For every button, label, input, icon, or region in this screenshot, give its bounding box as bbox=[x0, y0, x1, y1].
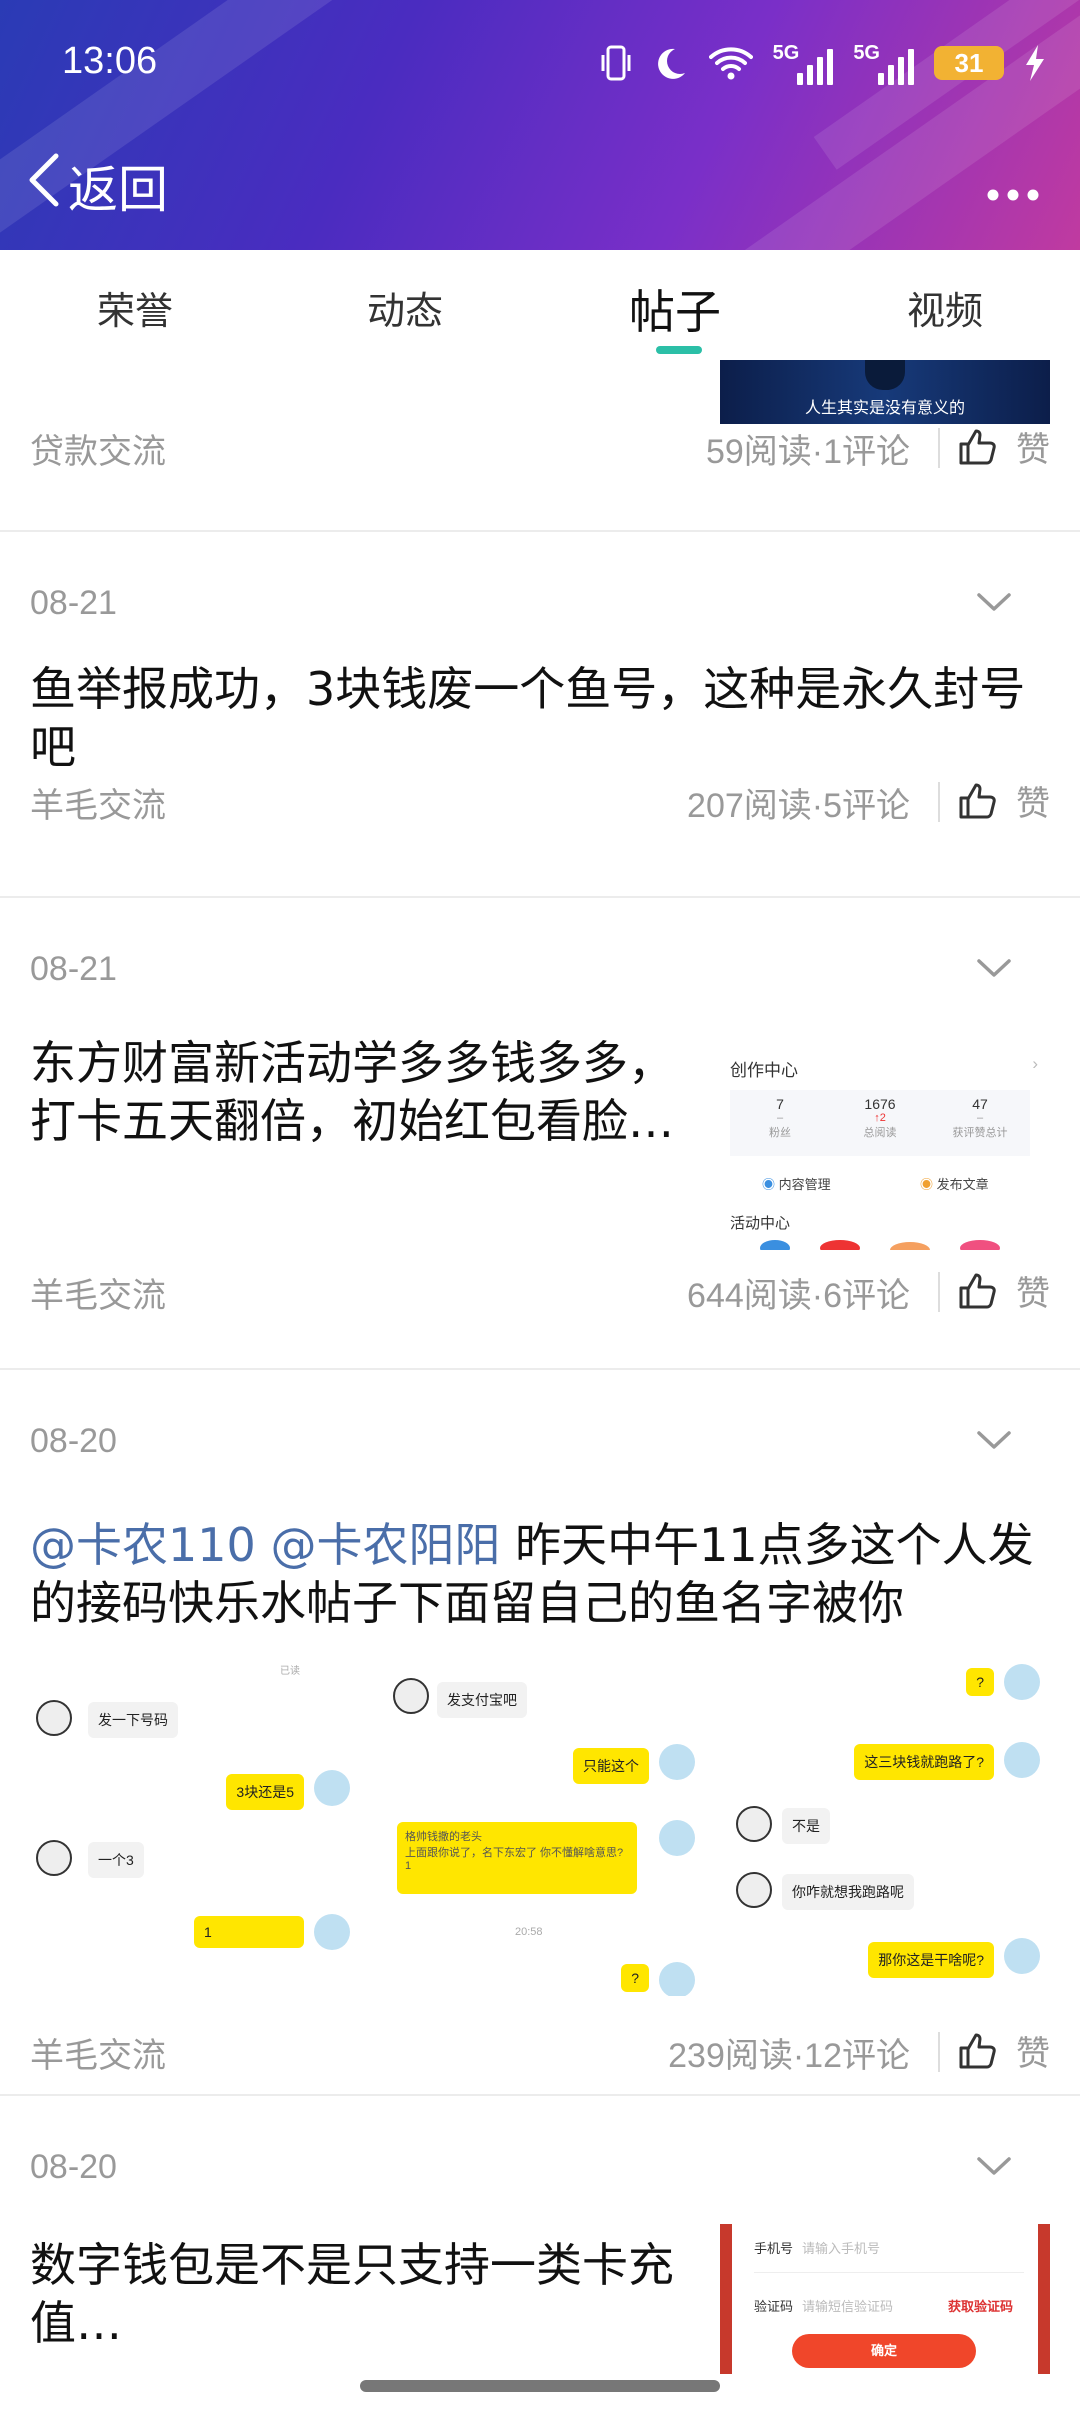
back-label: 返回 bbox=[68, 161, 168, 219]
vibrate-icon bbox=[599, 43, 633, 83]
avatar bbox=[36, 1700, 72, 1736]
post-stats: 239阅读·12评论 bbox=[668, 2037, 910, 2075]
chat-screenshot[interactable]: 发支付宝吧 只能这个 格帅钱撒的老头 上面跟你说了，名下东宏了 你不懂解啥意思?… bbox=[375, 1662, 705, 1996]
thumbs-up-icon bbox=[959, 783, 996, 818]
post-date: 08-20 bbox=[30, 1422, 117, 1460]
like-button[interactable]: 赞 bbox=[958, 776, 1050, 825]
post-card[interactable]: 08-20 数字钱包是不是只支持一类卡充值… 手机号 请输入手机号 验证码 请输… bbox=[0, 2096, 1080, 2396]
like-button[interactable]: 赞 bbox=[958, 422, 1050, 471]
post-category[interactable]: 贷款交流 bbox=[30, 424, 166, 473]
more-menu-button[interactable] bbox=[986, 162, 1040, 213]
chevron-left-icon bbox=[26, 152, 62, 220]
avatar bbox=[393, 1678, 429, 1714]
tab-updates[interactable]: 动态 bbox=[270, 250, 540, 360]
chat-screenshot[interactable]: 已读 发一下号码 3块还是5 一个3 1 bbox=[30, 1662, 360, 1996]
post-title[interactable]: @卡农110 @卡农阳阳 昨天中午11点多这个人发的接码快乐水帖子下面留自己的鱼… bbox=[30, 1516, 1060, 1632]
post-thumbnail: 人生其实是没有意义的 bbox=[720, 360, 1050, 424]
avatar bbox=[36, 1840, 72, 1876]
avatar bbox=[659, 1744, 695, 1780]
tab-posts[interactable]: 帖子 bbox=[540, 250, 810, 360]
like-button[interactable]: 赞 bbox=[958, 2026, 1050, 2075]
tab-videos[interactable]: 视频 bbox=[810, 250, 1080, 360]
post-title[interactable]: 数字钱包是不是只支持一类卡充值… bbox=[30, 2236, 710, 2352]
post-date: 08-21 bbox=[30, 950, 117, 988]
wifi-icon bbox=[708, 45, 753, 81]
tab-posts-label: 帖子 bbox=[629, 285, 721, 339]
tab-honor[interactable]: 荣誉 bbox=[0, 250, 270, 360]
active-tab-indicator bbox=[656, 346, 702, 354]
thumbs-up-icon bbox=[959, 2033, 996, 2068]
chevron-down-icon[interactable] bbox=[976, 958, 1012, 982]
chevron-down-icon[interactable] bbox=[976, 592, 1012, 616]
post-thumbnail: 手机号 请输入手机号 验证码 请输短信验证码 获取验证码 确定 bbox=[720, 2224, 1050, 2374]
clock: 13:06 bbox=[62, 40, 158, 82]
avatar bbox=[1004, 1664, 1040, 1700]
battery-indicator: 31 bbox=[934, 46, 1004, 80]
avatar bbox=[1004, 1742, 1040, 1778]
signal-5g-icon-2: 5G bbox=[853, 42, 914, 85]
home-indicator[interactable] bbox=[360, 2380, 720, 2392]
post-feed: 人生其实是没有意义的 贷款交流 59阅读·1评论 赞 08-21 鱼举报成功，3… bbox=[0, 360, 1080, 2396]
post-date: 08-20 bbox=[30, 2148, 117, 2186]
screen: 13:06 5G 5G 31 返回 荣誉 动态 帖子 视频 人生其实是没有意义的… bbox=[0, 0, 1080, 2412]
post-title[interactable]: 东方财富新活动学多多钱多多，打卡五天翻倍，初始红包看脸… bbox=[30, 1034, 710, 1150]
thumbs-up-icon bbox=[959, 429, 996, 464]
status-bar: 13:06 5G 5G 31 bbox=[0, 34, 1080, 90]
mention-link[interactable]: @卡农110 bbox=[30, 1518, 256, 1572]
avatar bbox=[314, 1770, 350, 1806]
tab-bar: 荣誉 动态 帖子 视频 bbox=[0, 250, 1080, 360]
post-date: 08-21 bbox=[30, 584, 117, 622]
header-bar: 13:06 5G 5G 31 返回 bbox=[0, 0, 1080, 250]
post-thumbnail: 创作中心 › 7 – 粉丝 1676 ↑2 总阅读 47 – 获评赞总计 ◉ 内… bbox=[720, 1028, 1050, 1250]
chat-screenshot[interactable]: ? 这三块钱就跑路了? 不是 你咋就想我跑路呢 那你这是干啥呢? bbox=[720, 1662, 1050, 1996]
post-card[interactable]: 08-21 鱼举报成功，3块钱废一个鱼号，这种是永久封号吧 羊毛交流 207阅读… bbox=[0, 532, 1080, 896]
avatar bbox=[736, 1806, 772, 1842]
signal-5g-icon-1: 5G bbox=[773, 42, 834, 85]
avatar bbox=[659, 1820, 695, 1856]
chevron-down-icon[interactable] bbox=[976, 2156, 1012, 2180]
back-button[interactable]: 返回 bbox=[26, 150, 168, 222]
post-stats: 207阅读·5评论 bbox=[687, 787, 910, 825]
charging-bolt-icon bbox=[1024, 43, 1046, 83]
post-category[interactable]: 羊毛交流 bbox=[30, 1268, 166, 1317]
avatar bbox=[659, 1962, 695, 1996]
avatar bbox=[1004, 1938, 1040, 1974]
avatar bbox=[736, 1872, 772, 1908]
post-category[interactable]: 羊毛交流 bbox=[30, 2028, 166, 2077]
more-dots-icon bbox=[987, 189, 1039, 201]
post-stats: 644阅读·6评论 bbox=[687, 1277, 910, 1315]
post-card[interactable]: 人生其实是没有意义的 贷款交流 59阅读·1评论 赞 bbox=[0, 360, 1080, 530]
do-not-disturb-moon-icon bbox=[653, 45, 689, 81]
chevron-down-icon[interactable] bbox=[976, 1430, 1012, 1454]
like-button[interactable]: 赞 bbox=[958, 1266, 1050, 1315]
avatar bbox=[314, 1914, 350, 1950]
thumbs-up-icon bbox=[959, 1273, 996, 1308]
post-stats: 59阅读·1评论 bbox=[705, 433, 910, 471]
post-card[interactable]: 08-21 东方财富新活动学多多钱多多，打卡五天翻倍，初始红包看脸… 创作中心 … bbox=[0, 898, 1080, 1368]
post-card[interactable]: 08-20 @卡农110 @卡农阳阳 昨天中午11点多这个人发的接码快乐水帖子下… bbox=[0, 1370, 1080, 2094]
post-category[interactable]: 羊毛交流 bbox=[30, 778, 166, 827]
post-title[interactable]: 鱼举报成功，3块钱废一个鱼号，这种是永久封号吧 bbox=[30, 660, 1050, 776]
mention-link[interactable]: @卡农阳阳 bbox=[270, 1518, 500, 1572]
